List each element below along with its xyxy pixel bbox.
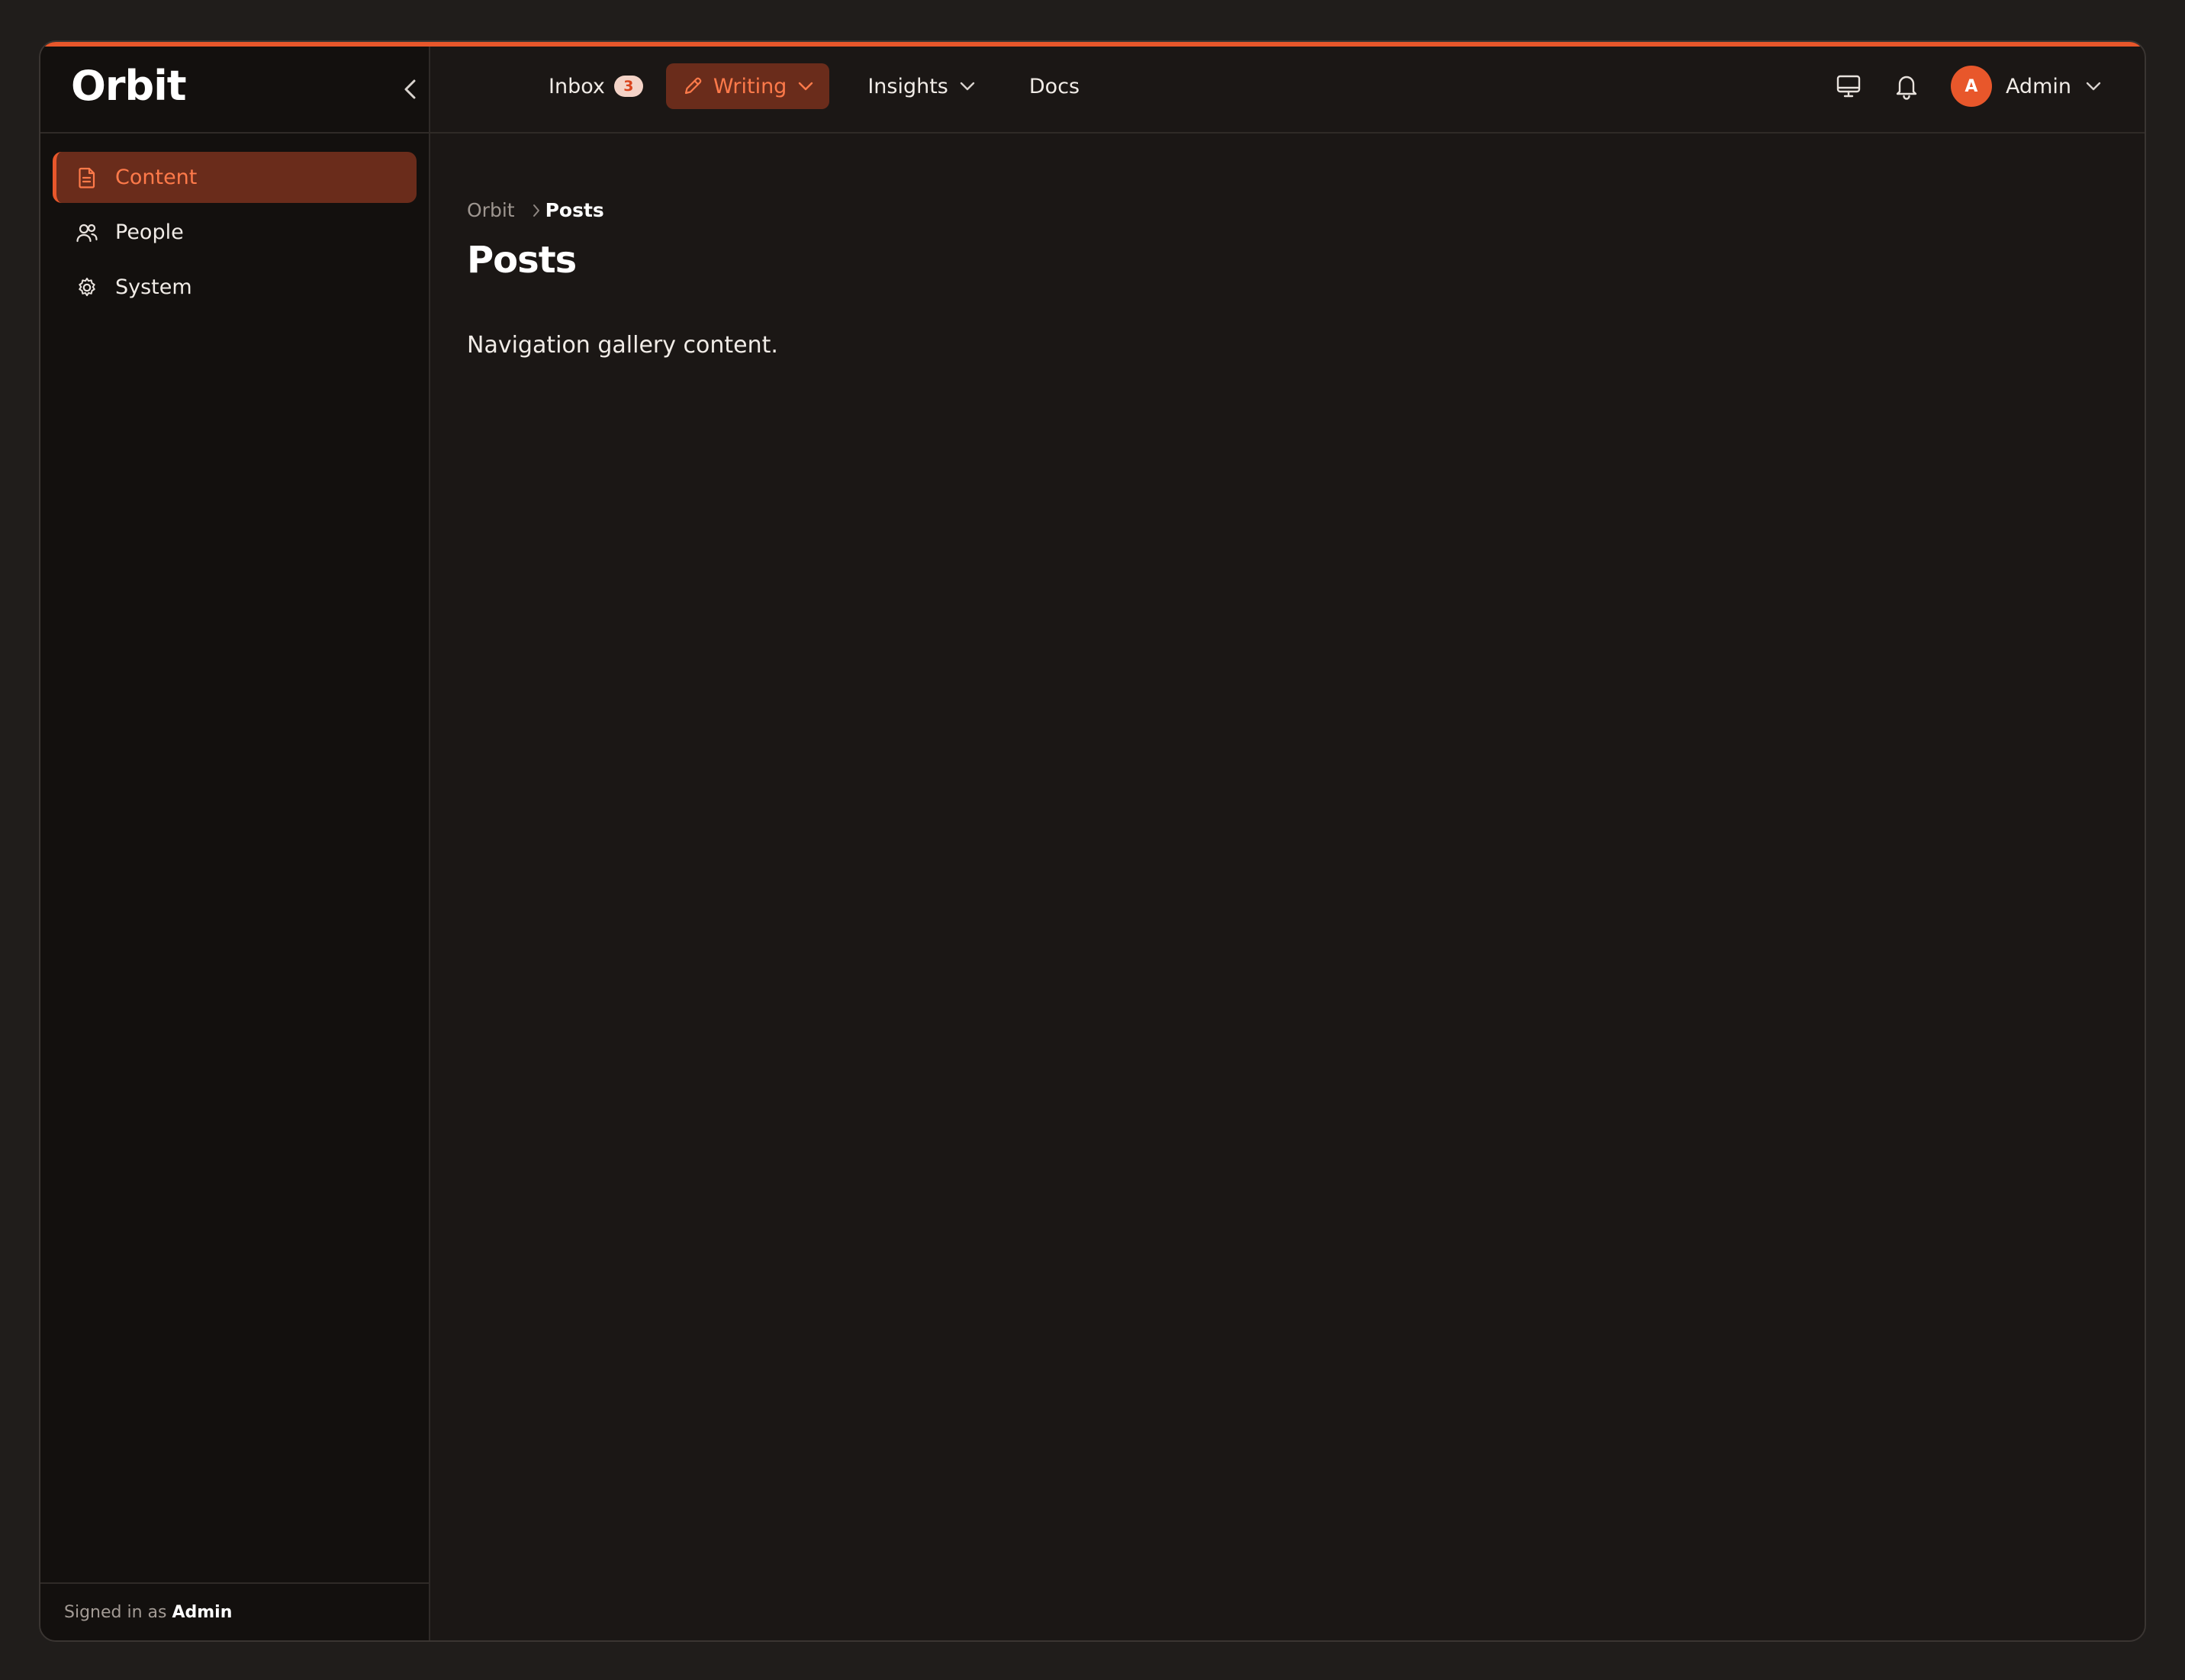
breadcrumb-root[interactable]: Orbit	[467, 199, 515, 221]
docs-label: Docs	[1028, 74, 1080, 98]
sidebar-item-people[interactable]: People	[53, 207, 417, 258]
app-logo[interactable]: Orbit	[71, 62, 187, 110]
bell-icon	[1896, 76, 1917, 100]
sidebar-item-system[interactable]: System	[53, 262, 417, 313]
sidebar-item-content[interactable]: Content	[53, 152, 417, 203]
inbox-label: Inbox	[549, 74, 605, 98]
collapse-sidebar-button[interactable]	[395, 74, 426, 105]
signed-in-user: Admin	[172, 1602, 233, 1622]
avatar: A	[1950, 66, 1992, 107]
display-button[interactable]	[1826, 63, 1871, 109]
top-actions: A Admin	[1813, 63, 2102, 109]
breadcrumb: Orbit Posts	[467, 199, 604, 221]
user-menu[interactable]: A Admin	[1929, 66, 2102, 107]
top-nav-insights[interactable]: Insights	[852, 63, 991, 109]
top-nav-inbox[interactable]: Inbox 3	[533, 63, 658, 109]
chevron-down-icon	[959, 81, 976, 92]
sidebar-item-label: System	[115, 275, 192, 299]
main-content: Orbit Posts Posts Navigation gallery con…	[430, 134, 2145, 1640]
signed-in-status: Signed in as Admin	[40, 1582, 429, 1640]
chevron-right-icon	[532, 203, 541, 218]
sidebar-item-label: People	[115, 220, 184, 244]
chevron-down-icon	[797, 81, 814, 92]
sidebar: Orbit Content People System Signed in as…	[40, 42, 430, 1640]
chevron-down-icon	[2085, 81, 2102, 92]
pencil-icon	[681, 75, 704, 98]
writing-label: Writing	[713, 74, 787, 98]
top-nav-docs[interactable]: Docs	[1014, 63, 1095, 109]
sidebar-header: Orbit	[40, 47, 429, 134]
app-window: Orbit Content People System Signed in as…	[39, 40, 2146, 1642]
top-nav-writing[interactable]: Writing	[665, 63, 830, 109]
user-name: Admin	[2005, 74, 2071, 98]
document-icon	[76, 166, 98, 189]
signed-in-label: Signed in as	[64, 1602, 167, 1622]
page-body-text: Navigation gallery content.	[467, 332, 778, 359]
monitor-icon	[1836, 75, 1861, 98]
notifications-button[interactable]	[1884, 63, 1929, 109]
sidebar-nav: Content People System	[53, 152, 417, 317]
users-icon	[76, 221, 98, 244]
top-bar: Inbox 3 Writing Insights Docs A Admin	[430, 47, 2145, 134]
page-title: Posts	[467, 239, 577, 282]
insights-label: Insights	[867, 74, 948, 98]
chevron-left-icon	[404, 79, 416, 99]
sidebar-item-label: Content	[115, 166, 198, 189]
inbox-count-badge: 3	[613, 76, 643, 97]
breadcrumb-current: Posts	[545, 199, 604, 221]
accent-bar	[40, 42, 2145, 47]
gear-icon	[76, 276, 98, 299]
top-nav: Inbox 3 Writing Insights Docs	[533, 63, 1095, 109]
